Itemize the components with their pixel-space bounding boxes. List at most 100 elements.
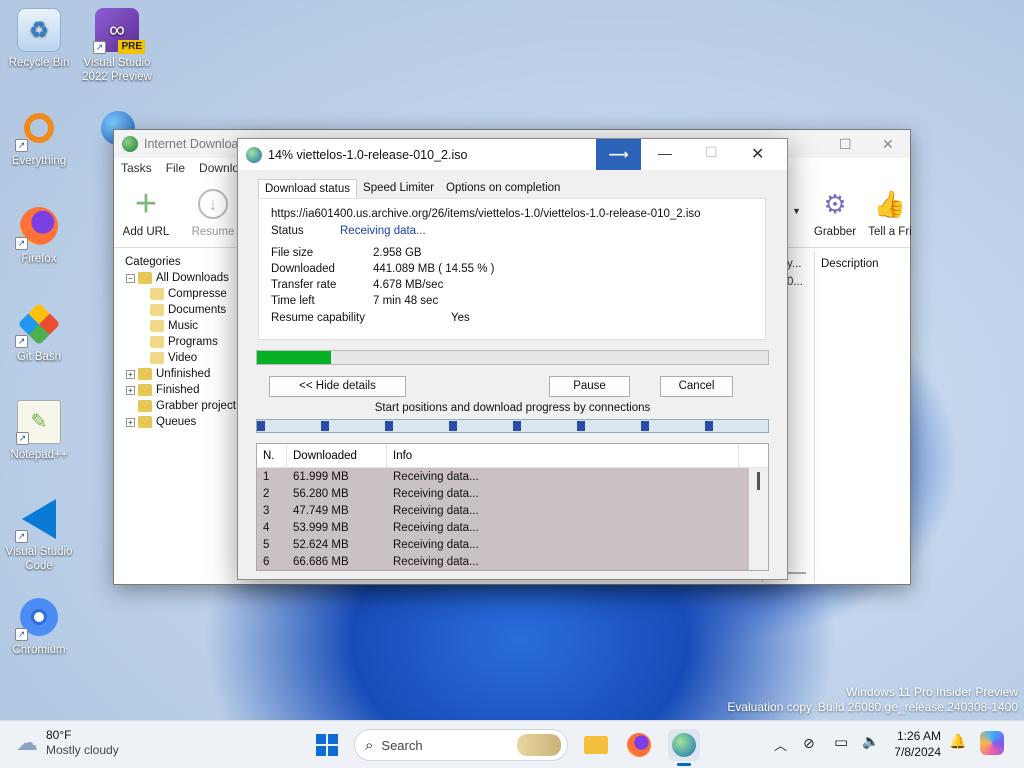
file-explorer-taskbar-icon[interactable] — [580, 729, 612, 761]
cell-downloaded: 56.280 MB — [293, 487, 349, 500]
menu-downloads[interactable]: Downlo — [199, 161, 239, 175]
table-row[interactable]: 3 47.749 MB Receiving data... — [257, 502, 749, 519]
weather-widget[interactable]: ☁ 80°F Mostly cloudy — [16, 728, 119, 758]
file-size-row: File size 2.958 GB — [271, 247, 571, 261]
table-scrollbar-thumb[interactable] — [757, 472, 760, 490]
table-row[interactable]: 5 52.624 MB Receiving data... — [257, 536, 749, 553]
dialog-titlebar[interactable]: 14% viettelos-1.0-release-010_2.iso ⟶ — … — [238, 139, 787, 170]
shortcut-arrow-icon: ↗ — [15, 628, 28, 641]
idm-close-button[interactable]: ✕ — [882, 136, 894, 153]
minimize-to-tray-button[interactable]: ⟶ — [596, 139, 641, 170]
grabber-icon: ⚙ — [823, 188, 847, 219]
collapse-icon[interactable]: − — [126, 273, 135, 283]
category-item[interactable]: Grabber project — [122, 398, 240, 414]
desktop-icon-label: Visual Studio 2022 Preview — [82, 57, 152, 83]
taskbar-search[interactable]: ⌕ Search — [354, 729, 568, 761]
col-header-info[interactable]: Info — [387, 444, 739, 467]
menu-file[interactable]: File — [166, 161, 185, 175]
table-row[interactable]: 6 66.686 MB Receiving data... — [257, 553, 749, 570]
toolbar-dropdown-icon[interactable]: ▼ — [792, 206, 801, 216]
category-item[interactable]: Video — [122, 350, 240, 366]
chevron-up-icon[interactable]: ︿ — [774, 735, 787, 754]
network-off-icon[interactable]: ⊘ — [803, 735, 815, 752]
desktop-icon-chromium[interactable]: ↗ Chromium — [1, 595, 77, 657]
expand-icon[interactable]: + — [126, 385, 135, 395]
taskbar: ☁ 80°F Mostly cloudy ⌕ Search ︿ ⊘ ▭ 🔈 1:… — [0, 720, 1024, 768]
desktop-icon-git-bash[interactable]: ↗ Git Bash — [1, 302, 77, 364]
table-row[interactable]: 2 56.280 MB Receiving data... — [257, 485, 749, 502]
idm-maximize-button[interactable]: ☐ — [839, 136, 852, 153]
grabber-button[interactable]: ⚙ Grabber — [809, 186, 861, 239]
windows-logo-icon — [316, 734, 338, 756]
minimize-button[interactable]: — — [658, 145, 672, 161]
maximize-button[interactable]: ☐ — [705, 144, 718, 161]
table-row[interactable]: 4 53.999 MB Receiving data... — [257, 519, 749, 536]
tab-download-status[interactable]: Download status — [258, 179, 358, 198]
menu-tasks[interactable]: Tasks — [121, 161, 152, 175]
time-left-value: 7 min 48 sec — [373, 295, 439, 307]
cell-downloaded: 47.749 MB — [293, 504, 349, 517]
shortcut-arrow-icon: ↗ — [15, 139, 28, 152]
table-row[interactable]: 1 61.999 MB Receiving data... — [257, 468, 749, 485]
add-url-button[interactable]: + Add URL — [122, 183, 170, 239]
category-item[interactable]: + Unfinished — [122, 366, 240, 382]
expand-icon[interactable]: + — [126, 417, 135, 427]
h-scroll-thumb[interactable] — [786, 572, 806, 574]
category-item[interactable]: + Queues — [122, 414, 240, 430]
recycle-bin-icon: ♻ — [17, 8, 61, 52]
folder-icon — [138, 272, 152, 284]
categories-title: Categories — [125, 256, 181, 268]
idm-taskbar-icon[interactable] — [668, 729, 700, 766]
add-url-label: Add URL — [122, 226, 170, 238]
col-header-n[interactable]: N. — [257, 444, 287, 467]
downloaded-label: Downloaded — [271, 263, 335, 275]
cell-downloaded: 52.624 MB — [293, 538, 349, 551]
category-item[interactable]: + Finished — [122, 382, 240, 398]
file-size-label: File size — [271, 247, 314, 259]
col-header-downloaded[interactable]: Downloaded — [287, 444, 387, 467]
category-item[interactable]: Programs — [122, 334, 240, 350]
folder-icon — [138, 400, 152, 412]
download-arrow-icon: ↓ — [195, 186, 231, 222]
desktop-icon-notepad-plus-plus[interactable]: ✎ ↗ Notepad++ — [1, 400, 77, 462]
expand-icon[interactable]: + — [126, 369, 135, 379]
vscode-icon: ↗ — [15, 497, 61, 543]
resume-button[interactable]: ↓ Resume — [189, 186, 237, 238]
category-item[interactable]: Compresse — [122, 286, 240, 302]
start-button[interactable] — [311, 729, 343, 761]
windows-watermark: Windows 11 Pro Insider Preview Evaluatio… — [727, 685, 1018, 715]
connection-segment — [257, 421, 265, 431]
clock-time: 1:26 AM — [896, 729, 941, 743]
monitor-icon[interactable]: ▭ — [834, 733, 848, 751]
grabber-label: Grabber — [813, 226, 857, 238]
description-header[interactable]: Description — [815, 252, 907, 276]
clock[interactable]: 1:26 AM 7/8/2024 — [893, 728, 941, 760]
tab-options-on-completion[interactable]: Options on completion — [440, 179, 566, 198]
hide-details-button[interactable]: << Hide details — [269, 376, 406, 397]
desktop-icon-firefox[interactable]: ↗ Firefox — [1, 204, 77, 266]
desktop-icon-recycle-bin[interactable]: ♻ Recycle Bin — [1, 8, 77, 70]
table-scrollbar[interactable] — [749, 468, 768, 570]
category-item[interactable]: Music — [122, 318, 240, 334]
copilot-icon[interactable] — [980, 731, 1004, 755]
everything-search-icon: ↗ — [15, 106, 61, 152]
shortcut-arrow-icon: ↗ — [16, 432, 29, 445]
category-item[interactable]: Documents — [122, 302, 240, 318]
download-progress-dialog[interactable]: 14% viettelos-1.0-release-010_2.iso ⟶ — … — [237, 138, 788, 580]
desktop-icon-visual-studio-preview[interactable]: ∞ PRE ↗ Visual Studio 2022 Preview — [79, 8, 155, 84]
tell-friend-button[interactable]: 👍 Tell a Fri — [868, 186, 912, 239]
desktop-icon-everything[interactable]: ↗ Everything — [1, 106, 77, 168]
desktop-icon-vscode[interactable]: ↗ Visual Studio Code — [1, 497, 77, 573]
close-button[interactable]: ✕ — [751, 144, 764, 164]
pause-button[interactable]: Pause — [549, 376, 630, 397]
connections-table: N. Downloaded Info 1 61.999 MB Receiving d… — [256, 443, 769, 571]
tab-speed-limiter[interactable]: Speed Limiter — [357, 179, 440, 198]
category-item[interactable]: − All Downloads — [122, 270, 240, 286]
visual-studio-preview-icon: ∞ PRE ↗ — [93, 8, 145, 54]
speaker-icon[interactable]: 🔈 — [862, 733, 879, 750]
notification-bell-icon[interactable]: 🔔 — [949, 733, 966, 750]
cell-downloaded: 61.999 MB — [293, 470, 349, 483]
firefox-taskbar-icon[interactable] — [623, 729, 655, 761]
transfer-rate-value: 4.678 MB/sec — [373, 279, 444, 291]
cancel-button[interactable]: Cancel — [660, 376, 733, 397]
